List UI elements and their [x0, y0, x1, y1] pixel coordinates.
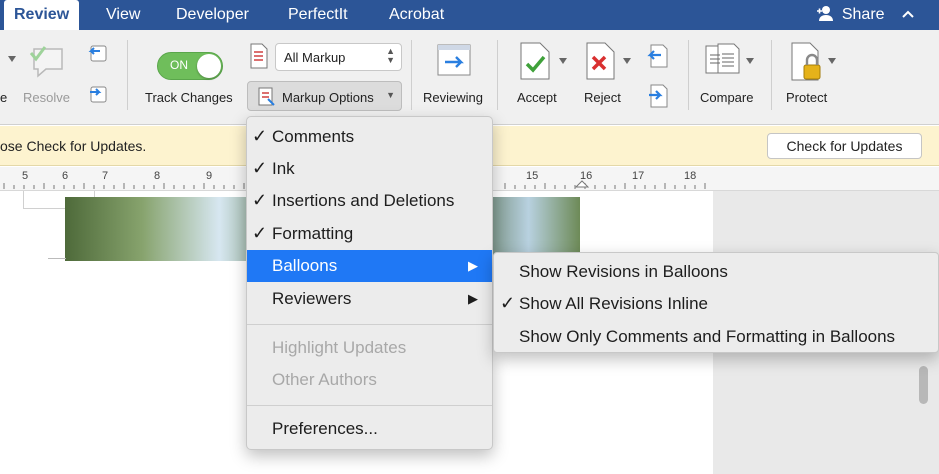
accept-label: Accept	[517, 90, 557, 105]
ribbon-separator	[411, 40, 412, 110]
markup-options-icon	[258, 87, 275, 106]
submenu-item-label: Show Only Comments and Formatting in Bal…	[519, 327, 896, 346]
submenu-arrow-icon: ▶	[468, 291, 478, 306]
protect-dropdown-icon[interactable]	[828, 58, 836, 64]
display-for-review-select[interactable]: All Markup ▲ ▼	[275, 43, 402, 71]
reject-dropdown-icon[interactable]	[623, 58, 631, 64]
menu-item-insertions-deletions[interactable]: ✓ Insertions and Deletions	[247, 185, 492, 217]
margin-marker	[48, 258, 66, 259]
menu-item-ink[interactable]: ✓ Ink	[247, 153, 492, 185]
tab-view[interactable]: View	[106, 0, 140, 30]
ribbon-partial-label: e	[0, 90, 8, 105]
reviewing-pane-icon[interactable]	[436, 42, 472, 78]
markup-options-menu: ✓ Comments ✓ Ink ✓ Insertions and Deleti…	[246, 116, 493, 450]
ruler-label: 8	[154, 170, 161, 182]
share-button[interactable]: Share	[815, 0, 915, 30]
track-changes-toggle[interactable]: ON	[157, 52, 223, 80]
previous-change-icon[interactable]	[644, 43, 670, 69]
tab-perfectit[interactable]: PerfectIt	[288, 0, 348, 30]
add-person-icon	[817, 6, 834, 21]
markup-options-button[interactable]: Markup Options ▼	[247, 81, 402, 111]
menu-item-label: Balloons	[272, 256, 338, 275]
checkmark-icon: ✓	[252, 190, 268, 210]
menu-item-label: Other Authors	[272, 370, 377, 389]
compare-dropdown-icon[interactable]	[746, 58, 754, 64]
ruler-label: 18	[684, 170, 697, 182]
menu-item-label: Formatting	[272, 224, 354, 243]
tab-review[interactable]: Review	[4, 0, 80, 30]
ruler-label: 16	[580, 170, 593, 182]
compare-label: Compare	[700, 90, 754, 105]
ribbon-separator	[771, 40, 772, 110]
markup-options-label: Markup Options	[282, 90, 374, 105]
ruler-label: 7	[102, 170, 109, 182]
track-changes-label: Track Changes	[145, 90, 233, 105]
reject-icon[interactable]	[584, 42, 616, 80]
menu-item-label: Reviewers	[272, 289, 352, 308]
ribbon-separator	[688, 40, 689, 110]
tab-developer[interactable]: Developer	[176, 0, 249, 30]
chevron-down-icon: ▼	[386, 90, 395, 100]
toggle-knob	[197, 54, 221, 78]
submenu-item-label: Show Revisions in Balloons	[519, 262, 728, 281]
dropdown-caret-icon[interactable]	[8, 56, 16, 62]
checkmark-icon: ✓	[252, 223, 268, 243]
accept-dropdown-icon[interactable]	[559, 58, 567, 64]
submenu-arrow-icon: ▶	[468, 258, 478, 273]
next-comment-icon[interactable]	[86, 84, 110, 108]
accept-icon[interactable]	[518, 42, 552, 80]
chevron-up-icon[interactable]	[901, 9, 915, 19]
menu-item-comments[interactable]: ✓ Comments	[247, 121, 492, 153]
ruler-label: 6	[62, 170, 69, 182]
ribbon-separator	[497, 40, 498, 110]
ribbon-separator	[127, 40, 128, 110]
submenu-item-show-only-comments-formatting[interactable]: Show Only Comments and Formatting in Bal…	[494, 321, 938, 353]
ruler-label: 9	[206, 170, 213, 182]
menu-item-label: Comments	[272, 127, 355, 146]
tab-acrobat[interactable]: Acrobat	[389, 0, 444, 30]
share-label: Share	[841, 6, 885, 23]
submenu-item-show-revisions-in-balloons[interactable]: Show Revisions in Balloons	[494, 256, 938, 288]
menu-item-preferences[interactable]: Preferences...	[247, 413, 492, 445]
menu-item-label: Ink	[272, 159, 295, 178]
compare-icon[interactable]	[704, 42, 744, 80]
checkmark-icon: ✓	[500, 293, 516, 313]
check-for-updates-button[interactable]: Check for Updates	[767, 133, 922, 159]
display-for-review-value: All Markup	[284, 50, 346, 65]
ribbon-tab-bar: Review View Developer PerfectIt Acrobat …	[0, 0, 939, 30]
resolve-label: Resolve	[23, 90, 70, 105]
protect-label: Protect	[786, 90, 828, 105]
submenu-item-show-all-revisions-inline[interactable]: ✓ Show All Revisions Inline	[494, 288, 938, 320]
menu-item-label: Highlight Updates	[272, 338, 407, 357]
select-arrows-icon: ▲ ▼	[386, 46, 395, 65]
vertical-scrollbar-thumb[interactable]	[919, 366, 928, 404]
menu-item-label: Preferences...	[272, 419, 378, 438]
toggle-on-label: ON	[170, 58, 188, 72]
resolve-comment-icon[interactable]	[28, 43, 68, 81]
menu-item-balloons[interactable]: Balloons ▶	[247, 250, 492, 282]
lock-icon[interactable]	[790, 42, 824, 82]
menu-separator	[247, 324, 492, 325]
menu-separator	[247, 405, 492, 406]
next-change-icon[interactable]	[644, 83, 670, 109]
menu-item-other-authors: Other Authors	[247, 364, 492, 396]
ruler-label: 15	[526, 170, 539, 182]
previous-comment-icon[interactable]	[86, 43, 110, 67]
checkmark-icon: ✓	[252, 158, 268, 178]
reviewing-label: Reviewing	[423, 90, 483, 105]
reject-label: Reject	[584, 90, 621, 105]
submenu-item-label: Show All Revisions Inline	[519, 294, 708, 313]
menu-item-label: Insertions and Deletions	[272, 191, 455, 210]
display-for-review-icon	[250, 43, 268, 69]
balloons-submenu: Show Revisions in Balloons ✓ Show All Re…	[493, 252, 939, 353]
menu-item-highlight-updates: Highlight Updates	[247, 332, 492, 364]
ruler-label: 17	[632, 170, 645, 182]
notification-message: ose Check for Updates.	[0, 138, 147, 154]
ruler-label: 5	[22, 170, 29, 182]
checkmark-icon: ✓	[252, 126, 268, 146]
menu-item-formatting[interactable]: ✓ Formatting	[247, 218, 492, 250]
menu-item-reviewers[interactable]: Reviewers ▶	[247, 283, 492, 315]
